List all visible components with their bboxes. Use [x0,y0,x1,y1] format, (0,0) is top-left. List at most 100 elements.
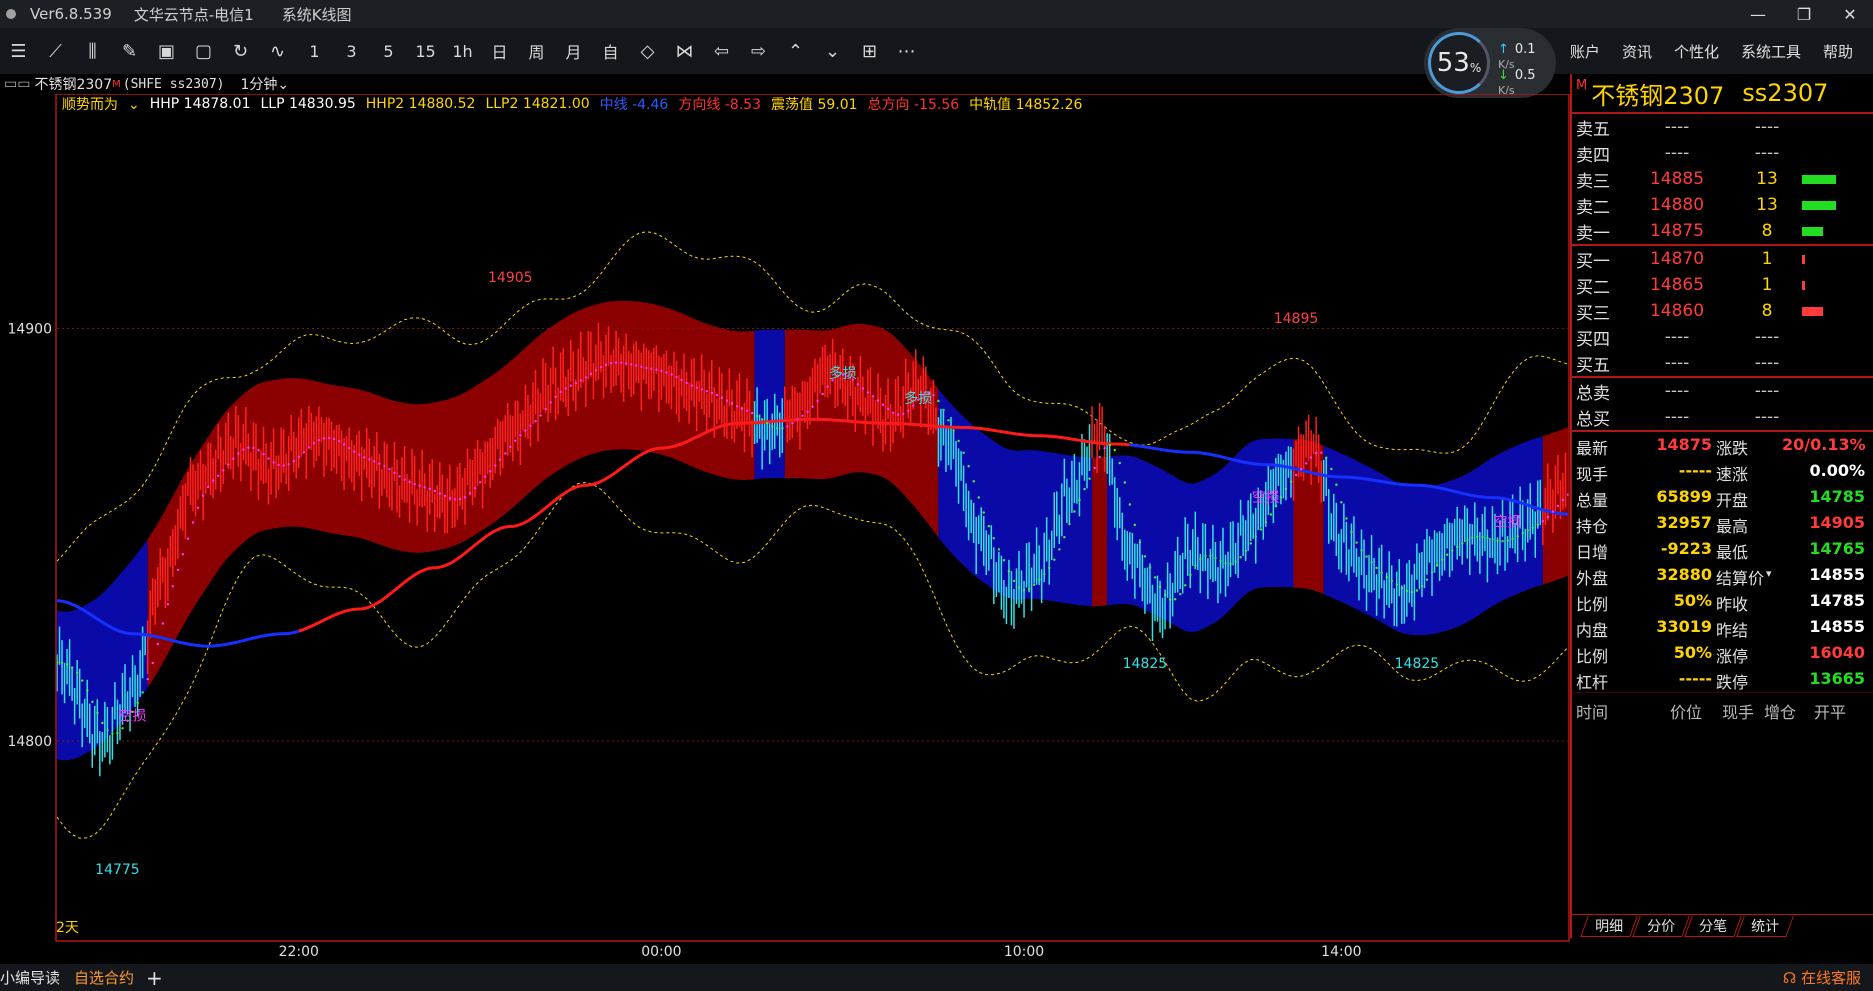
menu-item-5[interactable]: 帮助 [1823,41,1853,62]
candlestick-icon[interactable]: ⫼ [74,36,111,66]
period-5-button[interactable]: 5 [370,36,407,66]
x-tick-label: 00:00 [641,944,681,960]
menu-item-2[interactable]: 资讯 [1622,41,1652,62]
bid-book: 买一 14870 1 买二 14865 1 买三 14860 8 买四 ---- ---- 买五 ----… [1572,246,1873,376]
line-chart-icon[interactable]: ⟋ [37,36,74,66]
period-month-button[interactable]: 月 [555,36,592,66]
book-row[interactable]: 卖二 14880 13 [1572,192,1873,218]
draw-tool-icon[interactable]: ✎ [111,36,148,66]
refresh-icon[interactable]: ↻ [222,36,259,66]
online-service-button[interactable]: ☊ 在线客服 [1783,967,1861,988]
book-price: ---- [1664,381,1690,401]
book-row[interactable]: 总卖 ---- ---- [1572,378,1873,404]
book-volume: 1 [1761,249,1773,269]
period-custom-button[interactable]: 自 [592,36,629,66]
main-menu: 块账户资讯个性化系统工具帮助 [1533,28,1853,74]
book-label: 卖五 [1576,119,1610,140]
book-row[interactable]: 买五 ---- ---- [1572,350,1873,376]
book-row[interactable]: 总买 ---- ---- [1572,404,1873,430]
extreme-value-label: 14895 [1274,311,1319,327]
arrow-up-icon[interactable]: ⌃ [777,36,814,66]
indicator-zdz: 震荡值 59.01 [771,97,858,113]
totals-book: 总卖 ---- ---- 总买 ---- ---- [1572,378,1873,430]
period-15-button[interactable]: 15 [407,36,444,66]
list-icon[interactable]: ☰ [0,36,37,66]
watchlist-tab[interactable]: 自选合约 [74,967,134,988]
book-row[interactable]: 买一 14870 1 [1572,246,1873,272]
server-node[interactable]: 文华云节点-电信1 [134,4,254,25]
zoom-out-icon[interactable]: ⋈ [666,36,703,66]
panel-tab-label: 分笔 [1699,919,1728,935]
book-label: 总买 [1576,409,1610,430]
layout-icon[interactable]: ⊞ [851,36,888,66]
book-row[interactable]: 卖五 ---- ---- [1572,114,1873,140]
book-volume: ---- [1754,117,1780,137]
book-label: 卖一 [1576,223,1610,244]
period-1-button[interactable]: 1 [296,36,333,66]
period-3-button[interactable]: 3 [333,36,370,66]
upload-value: 0.1 [1514,42,1536,57]
menu-item-1[interactable]: 账户 [1570,41,1600,62]
stat-label: 杠杆 [1576,673,1609,692]
indicator-hhp2: HHP2 14880.52 [365,96,476,112]
zoom-in-icon[interactable]: ◇ [629,36,666,66]
guide-tab[interactable]: 小编导读 [0,967,60,988]
book-price: ---- [1664,143,1690,163]
y-tick-label: 14900 [7,322,52,338]
app-version: Ver6.8.539 [30,5,112,23]
stat-label: 涨跌 [1716,439,1749,458]
add-tab-button[interactable]: + [146,966,163,990]
period-value: 1分钟 [240,77,278,93]
menu-item-3[interactable]: 个性化 [1674,41,1719,62]
stat-label: 速涨 [1716,465,1749,484]
restore-icon[interactable]: ❐ [1781,0,1827,28]
minimize-icon[interactable]: — [1735,0,1781,28]
panel-tab-1[interactable]: 分价 [1632,916,1690,937]
book-label: 买四 [1576,329,1610,350]
menu-item-4[interactable]: 系统工具 [1741,41,1801,62]
signal-label: 空损 [119,708,147,724]
stat-label[interactable]: 结算价 [1716,565,1764,589]
period-select[interactable]: 1分钟⌄ [241,74,290,94]
stat-value: -9223 [1660,539,1712,558]
stat-value: 14905 [1809,513,1865,532]
quote-stats: 最新 14875 涨跌 20/0.13% 现手 ----- 速涨 0.00% 总量 65899 开盘… [1572,432,1873,692]
status-bar: 小编导读 自选合约 + ☊ 在线客服 [0,964,1873,991]
close-icon[interactable]: ✕ [1827,0,1873,28]
book-row[interactable]: 买二 14865 1 [1572,272,1873,298]
period-week-button[interactable]: 周 [518,36,555,66]
indicator-icon[interactable]: ∿ [259,36,296,66]
book-row[interactable]: 卖四 ---- ---- [1572,140,1873,166]
period-1h-button[interactable]: 1h [444,36,481,66]
arrow-down-icon[interactable]: ⌄ [814,36,851,66]
kline-chart[interactable]: 14905148951477514825 14825空损多损多损空损空损 1490… [0,94,1570,964]
book-volume: ---- [1754,353,1780,373]
indicator-select[interactable]: 顺势而为 ⌄ [62,94,140,114]
panel-tab-2[interactable]: 分笔 [1684,916,1742,937]
book-row[interactable]: 买三 14860 8 [1572,298,1873,324]
save-icon[interactable]: ▢ [185,36,222,66]
book-volume: 8 [1761,301,1773,321]
chevron-down-icon[interactable]: ▾ [1766,567,1772,580]
tick-col-vol: 现手 [1722,703,1755,722]
quote-m-badge: M [1576,78,1588,93]
stat-label: 持仓 [1576,517,1609,536]
gauge-unit: % [1469,61,1482,75]
book-volume: 8 [1761,221,1773,241]
period-day-button[interactable]: 日 [481,36,518,66]
data-window-icon[interactable]: ▣ [148,36,185,66]
book-price: ---- [1664,327,1690,347]
book-row[interactable]: 卖三 14885 13 [1572,166,1873,192]
book-row[interactable]: 卖一 14875 8 [1572,218,1873,244]
chart-symbol[interactable]: 不锈钢2307 [34,74,112,94]
volume-bar [1802,281,1805,290]
window-pin-icon[interactable]: ▭▭ [4,76,30,92]
panel-tab-0[interactable]: 明细 [1580,916,1638,937]
more-icon[interactable]: ⋯ [888,36,925,66]
stat-value: ----- [1678,669,1712,688]
book-label: 买五 [1576,355,1610,376]
arrow-left-icon[interactable]: ⇦ [703,36,740,66]
arrow-right-icon[interactable]: ⇨ [740,36,777,66]
panel-tab-3[interactable]: 统计 [1736,916,1794,937]
book-row[interactable]: 买四 ---- ---- [1572,324,1873,350]
